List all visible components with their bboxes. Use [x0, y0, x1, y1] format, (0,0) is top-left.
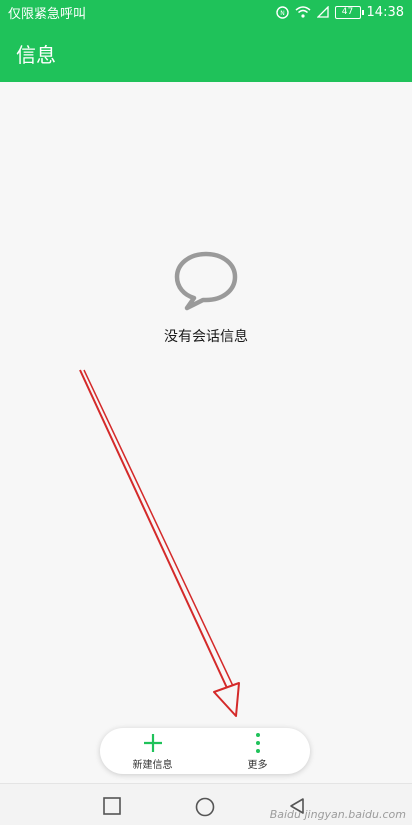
status-time: 14:38 [366, 4, 404, 20]
nfc-icon: N [275, 5, 289, 19]
chat-bubble-icon [174, 251, 238, 311]
wifi-icon [295, 6, 311, 18]
annotation-arrow [79, 369, 240, 717]
status-left-text: 仅限紧急呼叫 [8, 6, 87, 22]
watermark: Baidu jingyan.baidu.com [269, 808, 406, 821]
more-button[interactable]: 更多 [213, 732, 303, 771]
svg-text:N: N [280, 10, 285, 17]
new-message-label: 新建信息 [132, 759, 173, 771]
plus-icon [143, 733, 162, 752]
more-vert-icon [255, 732, 260, 753]
battery-icon: 47 [334, 5, 364, 19]
page-title: 信息 [16, 42, 56, 67]
square-recent-icon[interactable] [103, 797, 121, 815]
bottom-action-bar: 新建信息 更多 [100, 728, 310, 774]
status-icons: N 47 14:38 [275, 4, 404, 20]
status-bar: 仅限紧急呼叫 N 47 14:38 [0, 0, 412, 24]
new-message-button[interactable]: 新建信息 [108, 732, 198, 771]
signal-icon [316, 6, 329, 18]
circle-home-icon[interactable] [195, 797, 215, 817]
system-nav-bar: Baidu jingyan.baidu.com [0, 783, 412, 825]
empty-state: 没有会话信息 [0, 250, 412, 346]
empty-state-message: 没有会话信息 [164, 329, 248, 345]
more-label: 更多 [247, 759, 268, 771]
app-bar: 信息 [0, 24, 412, 82]
